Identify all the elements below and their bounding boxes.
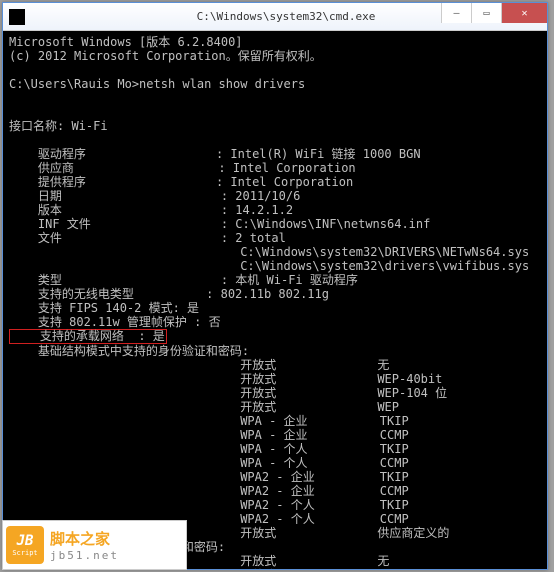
cmd-window: C:\Windows\system32\cmd.exe — ▭ ✕ Micros… [2, 2, 548, 570]
watermark-name: 脚本之家 [50, 528, 119, 549]
output-line: 支持的无线电类型 : 802.11b 802.11g [9, 287, 541, 301]
terminal-output[interactable]: Microsoft Windows [版本 6.2.8400](c) 2012 … [3, 31, 547, 569]
close-button[interactable]: ✕ [501, 3, 547, 23]
output-line: C:\Windows\system32\DRIVERS\NETwNs64.sys [9, 245, 541, 259]
output-line: 文件 : 2 total [9, 231, 541, 245]
output-line: WPA - 企业 CCMP [9, 428, 541, 442]
output-line: WPA - 个人 TKIP [9, 442, 541, 456]
output-line: Microsoft Windows [版本 6.2.8400] [9, 35, 541, 49]
output-line: INF 文件 : C:\Windows\INF\netwns64.inf [9, 217, 541, 231]
output-line: 基础结构模式中支持的身份验证和密码: [9, 344, 541, 358]
output-line: 支持 FIPS 140-2 模式: 是 [9, 301, 541, 315]
titlebar[interactable]: C:\Windows\system32\cmd.exe — ▭ ✕ [3, 3, 547, 31]
output-line: 开放式 无 [9, 358, 541, 372]
output-line: C:\Users\Rauis Mo>netsh wlan show driver… [9, 77, 541, 91]
output-line [9, 133, 541, 147]
output-line [9, 91, 541, 105]
watermark-logo: JB Script [6, 526, 44, 564]
output-line: (c) 2012 Microsoft Corporation。保留所有权利。 [9, 49, 541, 63]
output-line: 开放式 WEP [9, 400, 541, 414]
output-line-highlighted: 支持的承载网络 : 是 [9, 329, 541, 344]
output-line [9, 105, 541, 119]
output-line: 供应商 : Intel Corporation [9, 161, 541, 175]
watermark: JB Script 脚本之家 jb51.net [2, 520, 187, 570]
output-line: 支持 802.11w 管理帧保护 : 否 [9, 315, 541, 329]
window-controls: — ▭ ✕ [441, 3, 547, 23]
output-line [9, 63, 541, 77]
output-line: WPA - 个人 CCMP [9, 456, 541, 470]
minimize-button[interactable]: — [441, 3, 471, 23]
output-line: 开放式 WEP-104 位 [9, 386, 541, 400]
output-line: WPA2 - 企业 CCMP [9, 484, 541, 498]
maximize-button[interactable]: ▭ [471, 3, 501, 23]
output-line: C:\Windows\system32\drivers\vwifibus.sys [9, 259, 541, 273]
cmd-icon [9, 9, 25, 25]
output-line: 日期 : 2011/10/6 [9, 189, 541, 203]
output-line: 驱动程序 : Intel(R) WiFi 链接 1000 BGN [9, 147, 541, 161]
output-line: WPA2 - 个人 TKIP [9, 498, 541, 512]
output-line: WPA2 - 企业 TKIP [9, 470, 541, 484]
output-line: 接口名称: Wi-Fi [9, 119, 541, 133]
watermark-url: jb51.net [50, 549, 119, 562]
output-line: 提供程序 : Intel Corporation [9, 175, 541, 189]
output-line: 开放式 WEP-40bit [9, 372, 541, 386]
output-line: 类型 : 本机 Wi-Fi 驱动程序 [9, 273, 541, 287]
output-line: 版本 : 14.2.1.2 [9, 203, 541, 217]
output-line: WPA - 企业 TKIP [9, 414, 541, 428]
